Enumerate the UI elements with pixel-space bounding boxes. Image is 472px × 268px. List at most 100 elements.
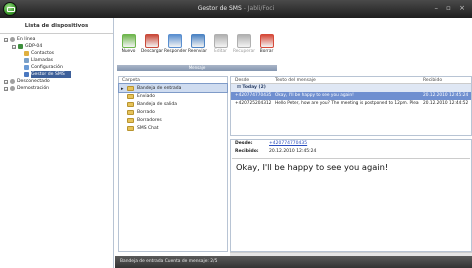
toolbar-button-reenviar[interactable]: Reenviar <box>187 32 208 54</box>
toolbar-button-recuperar[interactable]: Recuperar <box>233 32 256 54</box>
message-toolbar: Nuevo Descargar Responder Reenviar Editar Rec… <box>115 30 285 74</box>
tree-item-label: Desconectado <box>17 79 50 84</box>
toolbar-button-label: Descargar <box>141 49 164 54</box>
folder-item[interactable]: Bandeja de entrada <box>118 83 228 93</box>
message-row[interactable]: +420725204312 Hello Peter, how are you? T… <box>231 100 471 108</box>
message-text: Hello Peter, how are you? The meeting is… <box>275 101 419 106</box>
tree-item[interactable]: Gestor de SMS <box>4 71 109 78</box>
message-from: +420774770435 <box>235 93 271 98</box>
folder-icon <box>127 109 134 115</box>
message-received: 20.12.2010 12:45:24 <box>423 93 469 98</box>
folder-label: Borrado <box>137 109 155 115</box>
folder-icon <box>127 93 134 99</box>
status-icon <box>10 37 15 42</box>
folder-item[interactable]: Bandeja de salida <box>119 100 227 108</box>
expand-icon[interactable]: − <box>12 44 16 49</box>
toolbar-button-label: Reenviar <box>188 49 207 54</box>
folder-item[interactable]: Borradores <box>119 116 227 124</box>
toolbar-button-responder[interactable]: Responder <box>164 32 187 54</box>
detail-from-label: Desde: <box>235 141 253 146</box>
folder-panel: Carpeta ▸ Bandeja de entrada Enviado Bande… <box>118 76 228 252</box>
expand-icon[interactable]: − <box>4 37 8 42</box>
toolbar-button-descargar[interactable]: Descargar <box>141 32 164 54</box>
toolbar-button-label: Responder <box>164 49 187 54</box>
node-icon <box>24 72 29 77</box>
tree-item[interactable]: Contactos <box>4 50 109 57</box>
tree-item[interactable]: − En línea <box>4 36 109 43</box>
message-detail-pane: Desde: +420774770435 Recibido: 20.12.201… <box>230 139 472 252</box>
detail-received-row: Recibido: 20.12.2010 12:45:24 <box>231 148 471 156</box>
status-bar: Bandeja de entrada Cuenta de mensaje: 2/… <box>115 256 472 268</box>
editar-icon <box>213 34 228 48</box>
detail-from-row: Desde: +420774770435 <box>231 140 471 148</box>
tree-item-label: Configuración <box>31 65 63 70</box>
folder-item[interactable]: Enviado <box>119 92 227 100</box>
toolbar-group-label: Mensaje <box>117 65 277 71</box>
toolbar-button-nuevo[interactable]: Nuevo <box>118 32 139 54</box>
status-icon <box>10 86 15 91</box>
message-group-today[interactable]: ⊟ Today (2) <box>231 84 471 92</box>
tree-item-label: En línea <box>17 37 36 42</box>
message-list-header: Desde Texto del mensaje Recibido <box>231 77 471 84</box>
status-icon <box>10 79 15 84</box>
descargar-icon <box>144 34 159 48</box>
title-bar: Gestor de SMS - Jabli/Foci – ▫ × <box>0 0 472 18</box>
expand-icon[interactable]: − <box>4 79 8 84</box>
tree-item-label: Llamadas <box>31 58 54 63</box>
detail-received-value: 20.12.2010 12:45:24 <box>269 149 317 154</box>
message-row[interactable]: +420774770435 Okay, I'll be happy to see … <box>231 92 471 100</box>
tree-item[interactable]: Llamadas <box>4 57 109 64</box>
folder-item[interactable]: Borrado <box>119 108 227 116</box>
window-title: Gestor de SMS - Jabli/Foci <box>197 5 275 12</box>
tree-item-label: GDP-04 <box>25 44 43 49</box>
toolbar-button-borrar[interactable]: Borrar <box>256 32 277 54</box>
folder-pointer-icon: ▸ <box>121 86 124 92</box>
tree-item-label: Contactos <box>31 51 55 56</box>
folder-column-header[interactable]: Carpeta <box>119 77 227 84</box>
detail-from-link[interactable]: +420774770435 <box>269 140 307 148</box>
folder-label: Bandeja de entrada <box>137 85 182 91</box>
toolbar-button-editar[interactable]: Editar <box>210 32 231 54</box>
node-icon <box>24 51 29 56</box>
folder-label: SMS Chat <box>137 125 159 131</box>
reenviar-icon <box>190 34 205 48</box>
column-text[interactable]: Texto del mensaje <box>271 77 419 83</box>
folder-icon <box>127 117 134 123</box>
borrar-icon <box>259 34 274 48</box>
tree-item[interactable]: − Demostración <box>4 85 109 92</box>
tree-item[interactable]: − Desconectado <box>4 78 109 85</box>
node-icon <box>24 65 29 70</box>
node-icon <box>18 44 23 49</box>
node-icon <box>24 58 29 63</box>
device-list-heading: Lista de dispositivos <box>0 18 113 34</box>
tree-item[interactable]: Configuración <box>4 64 109 71</box>
responder-icon <box>167 34 182 48</box>
tree-item[interactable]: − GDP-04 <box>4 43 109 50</box>
toolbar-button-label: Borrar <box>259 49 274 54</box>
tree-item-label: Gestor de SMS <box>31 71 71 78</box>
message-text: Okay, I'll be happy to see you again! <box>275 93 354 98</box>
toolbar-button-label: Recuperar <box>233 49 256 54</box>
folder-icon <box>127 101 134 107</box>
column-from[interactable]: Desde <box>231 77 271 83</box>
message-body: Okay, I'll be happy to see you again! <box>232 158 470 251</box>
folder-icon <box>127 85 134 91</box>
device-tree: − En línea − GDP-04 Contactos Llamadas Configu… <box>0 34 113 94</box>
folder-label: Bandeja de salida <box>137 101 178 107</box>
tree-item-label: Demostración <box>17 86 50 91</box>
folder-label: Borradores <box>137 117 162 123</box>
message-list: Desde Texto del mensaje Recibido ⊟ Today… <box>230 76 472 136</box>
folder-label: Enviado <box>137 93 155 99</box>
message-from: +420725204312 <box>235 101 271 106</box>
toolbar-button-label: Editar <box>214 49 227 54</box>
window-controls[interactable]: – ▫ × <box>434 4 468 12</box>
column-received[interactable]: Recibido <box>419 77 469 83</box>
detail-received-label: Recibido: <box>235 149 259 154</box>
folder-item[interactable]: SMS Chat <box>119 124 227 132</box>
message-received: 20.12.2010 12:44:52 <box>423 101 469 106</box>
nuevo-icon <box>121 34 136 48</box>
recuperar-icon <box>236 34 251 48</box>
device-list-panel: Lista de dispositivos − En línea − GDP-04 Co… <box>0 18 114 268</box>
folder-icon <box>127 125 134 131</box>
expand-icon[interactable]: − <box>4 86 8 91</box>
